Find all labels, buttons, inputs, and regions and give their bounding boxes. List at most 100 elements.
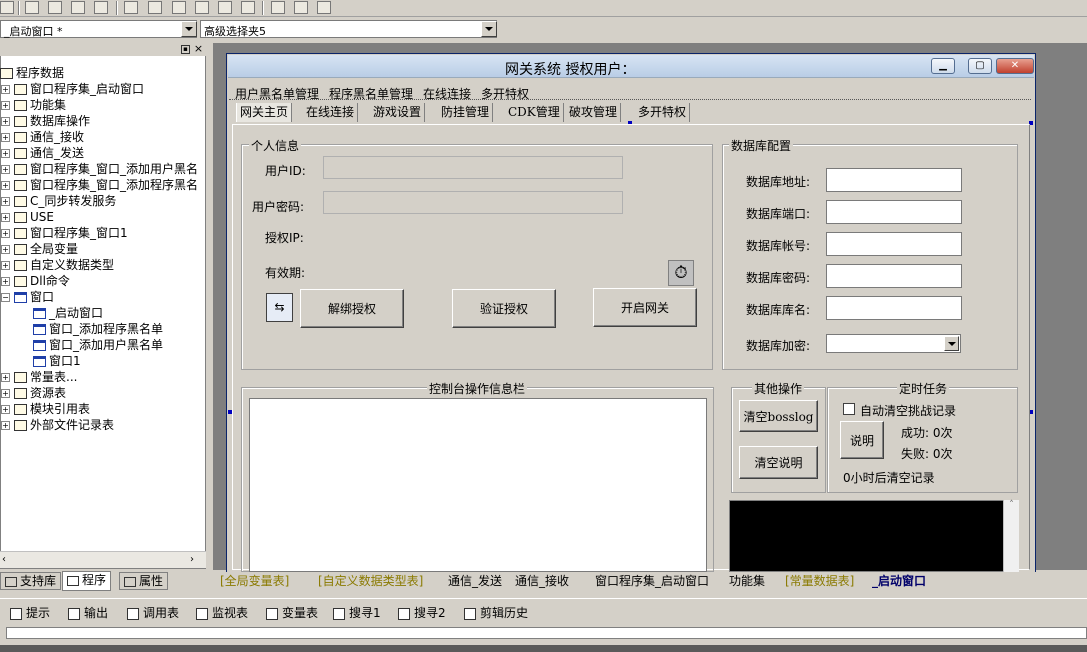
maximize-icon[interactable]: ▢ — [968, 58, 992, 74]
tree-item[interactable]: + 窗口程序集_窗口_添加程序黑名 — [1, 177, 198, 193]
log-display[interactable] — [729, 500, 1019, 572]
expand-icon[interactable]: + — [1, 213, 10, 222]
component-combo[interactable]: _启动窗口 * — [0, 20, 197, 38]
tree-item[interactable]: + 全局变量 — [1, 241, 78, 257]
doc-tab[interactable]: 通信_发送 — [446, 573, 504, 591]
db-port-field[interactable] — [826, 200, 962, 224]
resize-width-icon[interactable] — [271, 1, 285, 14]
tab-break-attack[interactable]: 破攻管理 — [566, 103, 622, 122]
scroll-left-icon[interactable]: ‹ — [2, 554, 6, 565]
pin-icon[interactable]: ▪ — [181, 45, 190, 54]
expand-icon[interactable]: − — [1, 293, 10, 302]
align-left-icon[interactable] — [25, 1, 39, 14]
db-address-field[interactable] — [826, 168, 962, 192]
resize-height-icon[interactable] — [294, 1, 308, 14]
tree-item[interactable]: + 通信_接收 — [1, 129, 84, 145]
tree-item[interactable]: + 模块引用表 — [1, 401, 90, 417]
start-gateway-button[interactable]: 开启网关 — [593, 288, 697, 327]
tab-cdk[interactable]: CDK管理 — [505, 103, 564, 122]
tree-item[interactable]: + 窗口程序集_启动窗口 — [1, 81, 144, 97]
stopwatch-icon[interactable]: ⏱ — [668, 260, 694, 286]
tree-item[interactable]: + 自定义数据类型 — [1, 257, 114, 273]
expand-icon[interactable]: + — [1, 373, 10, 382]
tree-item[interactable]: + 功能集 — [1, 97, 66, 113]
doc-tab[interactable]: 窗口程序集_启动窗口 — [593, 573, 711, 591]
tree-item[interactable]: + USE — [1, 209, 54, 225]
expand-icon[interactable]: + — [1, 405, 10, 414]
output-tab[interactable]: 搜寻2 — [398, 604, 446, 622]
expand-icon[interactable]: + — [1, 389, 10, 398]
expand-icon[interactable]: + — [1, 101, 10, 110]
db-encrypt-select[interactable] — [826, 334, 961, 353]
expand-icon[interactable]: + — [1, 149, 10, 158]
chevron-down-icon[interactable] — [181, 21, 197, 37]
tab-multi-open[interactable]: 多开特权 — [635, 103, 691, 122]
space-vertical-icon[interactable] — [241, 1, 255, 14]
grid-icon[interactable] — [317, 1, 331, 14]
tab-properties[interactable]: 属性 — [119, 572, 169, 590]
expand-icon[interactable]: + — [1, 133, 10, 142]
tab-anti-hack[interactable]: 防挂管理 — [438, 103, 494, 122]
tree-item[interactable]: 程序数据 — [0, 65, 64, 81]
expand-icon[interactable]: + — [1, 277, 10, 286]
tab-program[interactable]: 程序 — [62, 571, 112, 591]
align-icon[interactable] — [0, 1, 14, 14]
tree-item[interactable]: + Dll命令 — [1, 273, 70, 289]
expand-icon[interactable]: + — [1, 421, 10, 430]
chevron-down-icon[interactable] — [944, 336, 959, 351]
expand-icon[interactable]: + — [1, 229, 10, 238]
tree-item[interactable]: + 窗口程序集_窗口1 — [1, 225, 128, 241]
align-top-icon[interactable] — [71, 1, 85, 14]
output-tab[interactable]: 剪辑历史 — [464, 604, 528, 622]
tree-item[interactable]: 窗口_添加用户黑名单 — [33, 337, 163, 353]
tree-item[interactable]: 窗口1 — [33, 353, 81, 369]
scroll-up-icon[interactable]: ˄ — [1004, 500, 1019, 510]
output-tab[interactable]: 调用表 — [127, 604, 179, 622]
output-pane[interactable] — [6, 627, 1087, 639]
close-icon[interactable]: × — [193, 43, 204, 55]
horizontal-scrollbar[interactable]: ‹ › — [0, 551, 206, 568]
output-tab[interactable]: 变量表 — [266, 604, 318, 622]
db-name-field[interactable] — [826, 296, 962, 320]
center-vertical-icon[interactable] — [148, 1, 162, 14]
db-password-field[interactable] — [826, 264, 962, 288]
user-id-field[interactable] — [323, 156, 623, 179]
password-field[interactable] — [323, 191, 623, 214]
tree-item[interactable]: + 常量表... — [1, 369, 77, 385]
property-combo[interactable]: 高级选择夹5 — [200, 20, 497, 38]
minimize-icon[interactable]: ▁ — [931, 58, 955, 74]
expand-icon[interactable]: + — [1, 117, 10, 126]
tab-gateway-home[interactable]: 网关主页 — [236, 103, 293, 122]
output-tab[interactable]: 提示 — [10, 604, 50, 622]
doc-tab[interactable]: [常量数据表] — [783, 573, 856, 591]
tab-online-connect[interactable]: 在线连接 — [303, 103, 359, 122]
unbind-auth-button[interactable]: 解绑授权 — [300, 289, 404, 328]
tree-item[interactable]: + 资源表 — [1, 385, 66, 401]
expand-icon[interactable]: + — [1, 181, 10, 190]
tree-item[interactable]: _启动窗口 — [33, 305, 103, 321]
expand-icon[interactable]: + — [1, 261, 10, 270]
same-width-icon[interactable] — [172, 1, 186, 14]
tree-item[interactable]: + C_同步转发服务 — [1, 193, 116, 209]
tab-game-settings[interactable]: 游戏设置 — [370, 103, 426, 122]
scroll-right-icon[interactable]: › — [190, 554, 194, 565]
doc-tab[interactable]: [全局变量表] — [218, 573, 291, 591]
tree-item[interactable]: − 窗口 — [1, 289, 54, 305]
db-account-field[interactable] — [826, 232, 962, 256]
align-bottom-icon[interactable] — [94, 1, 108, 14]
doc-tab[interactable]: [自定义数据类型表] — [316, 573, 425, 591]
expand-icon[interactable]: + — [1, 245, 10, 254]
output-tab[interactable]: 输出 — [68, 604, 108, 622]
close-icon[interactable]: ✕ — [996, 58, 1034, 74]
tab-support-lib[interactable]: 支持库 — [0, 572, 62, 590]
desc-button[interactable]: 说明 — [840, 421, 884, 459]
same-height-icon[interactable] — [195, 1, 209, 14]
expand-icon[interactable]: + — [1, 165, 10, 174]
tree-item[interactable]: + 外部文件记录表 — [1, 417, 114, 433]
tree-item[interactable]: + 通信_发送 — [1, 145, 84, 161]
clear-desc-button[interactable]: 清空说明 — [739, 446, 818, 479]
doc-tab[interactable]: _启动窗口 — [870, 573, 928, 591]
output-tab[interactable]: 监视表 — [196, 604, 248, 622]
expand-icon[interactable]: + — [1, 197, 10, 206]
align-center-icon[interactable] — [48, 1, 62, 14]
